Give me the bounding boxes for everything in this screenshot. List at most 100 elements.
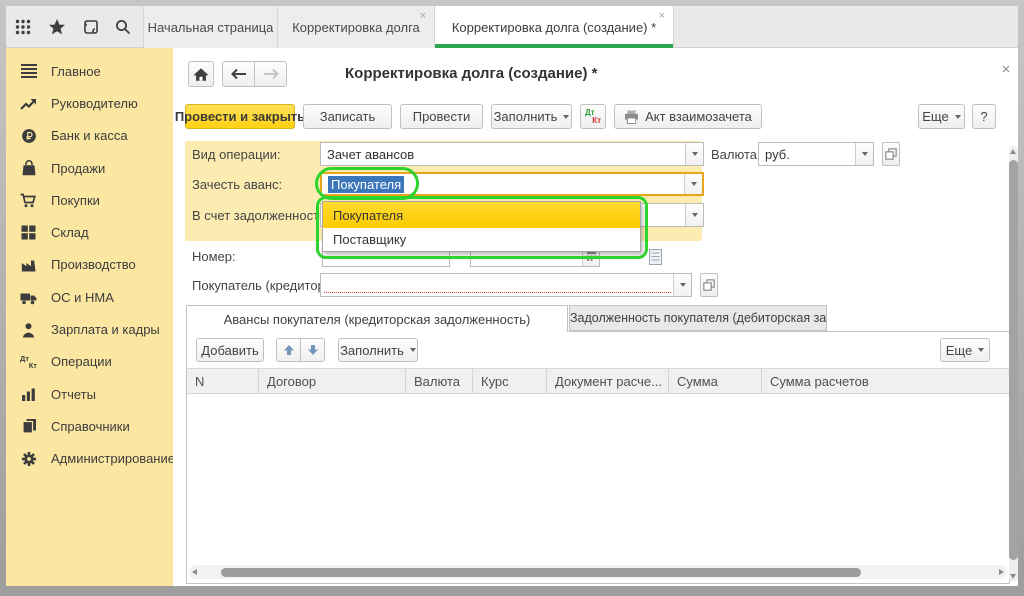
truck-icon <box>19 289 38 306</box>
buyer-open-button[interactable] <box>700 273 718 297</box>
favorites-star-icon[interactable] <box>46 16 68 38</box>
chevron-down-icon <box>410 348 416 352</box>
form-more-button[interactable]: Еще <box>918 104 965 129</box>
tab-close-icon[interactable]: × <box>420 11 426 22</box>
currency-select[interactable]: руб. <box>758 142 874 166</box>
tab-label: Начальная страница <box>148 20 274 35</box>
chevron-down-icon <box>691 182 697 186</box>
dropdown-item-supplier[interactable]: Поставщику <box>323 228 640 251</box>
tab-home[interactable]: Начальная страница <box>143 6 278 48</box>
column-header-contract[interactable]: Договор <box>259 369 406 393</box>
chevron-down-icon <box>680 283 686 287</box>
scroll-right-icon[interactable] <box>999 569 1004 575</box>
dropdown-button[interactable] <box>855 143 873 165</box>
sidebar-item-bank-cash[interactable]: Банк и касса <box>6 120 173 152</box>
post-and-close-button[interactable]: Провести и закрыть <box>185 104 295 129</box>
sidebar-item-label: Главное <box>51 64 101 79</box>
tab-debt-adjustment-new[interactable]: Корректировка долга (создание) * × <box>435 6 674 48</box>
column-header-amount[interactable]: Сумма <box>669 369 762 393</box>
sidebar-item-label: Покупки <box>51 193 100 208</box>
sidebar-item-operations[interactable]: ДтКт Операции <box>6 346 173 378</box>
history-icon[interactable] <box>80 16 102 38</box>
list-icon <box>649 249 662 270</box>
form-close-icon[interactable]: × <box>997 60 1015 78</box>
horizontal-scrollbar[interactable] <box>189 565 1007 579</box>
sidebar-item-reports[interactable]: Отчеты <box>6 378 173 410</box>
horizontal-scrollbar-thumb[interactable] <box>221 568 861 577</box>
chevron-down-icon <box>978 348 984 352</box>
dropdown-item-buyer[interactable]: Покупателя <box>323 202 640 228</box>
sidebar-item-administration[interactable]: Администрирование <box>6 443 173 475</box>
currency-open-button[interactable] <box>882 142 900 166</box>
shopping-cart-icon <box>19 192 38 209</box>
dropdown-button[interactable] <box>684 174 702 194</box>
sidebar-item-main[interactable]: Главное <box>6 55 173 87</box>
chevron-down-icon <box>692 152 698 156</box>
vertical-scrollbar[interactable] <box>1009 146 1018 582</box>
advance-select[interactable]: Покупателя <box>320 172 704 196</box>
chevron-down-icon <box>955 115 961 119</box>
table-fill-button[interactable]: Заполнить <box>338 338 418 362</box>
forward-button[interactable] <box>254 61 287 87</box>
grid-dots-icon <box>14 18 32 36</box>
required-field-underline <box>324 292 671 293</box>
column-header-currency[interactable]: Валюта <box>406 369 473 393</box>
chevron-down-icon <box>563 115 569 119</box>
sidebar-item-manager[interactable]: Руководителю <box>6 87 173 119</box>
sidebar-item-label: Склад <box>51 225 89 240</box>
sidebar-item-catalogs[interactable]: Справочники <box>6 410 173 442</box>
operation-kind-select[interactable]: Зачет авансов <box>320 142 704 166</box>
add-row-button[interactable]: Добавить <box>196 338 264 362</box>
sidebar-item-label: Администрирование <box>51 451 175 466</box>
dtkt-postings-button[interactable]: Дт Кт <box>580 104 606 129</box>
sidebar-item-payroll-hr[interactable]: Зарплата и кадры <box>6 313 173 345</box>
column-header-settlement-doc[interactable]: Документ расче... <box>547 369 669 393</box>
post-button[interactable]: Провести <box>400 104 483 129</box>
calendar-icon <box>587 252 596 261</box>
factory-icon <box>19 256 38 273</box>
tab-close-icon[interactable]: × <box>659 11 665 22</box>
sidebar-item-production[interactable]: Производство <box>6 249 173 281</box>
fill-button[interactable]: Заполнить <box>491 104 572 129</box>
sidebar-item-fixed-assets[interactable]: ОС и НМА <box>6 281 173 313</box>
ruble-coin-icon <box>19 127 38 144</box>
sidebar-item-warehouse[interactable]: Склад <box>6 216 173 248</box>
dropdown-button[interactable] <box>685 143 703 165</box>
tab-debt-adjustment[interactable]: Корректировка долга × <box>278 6 435 48</box>
buyer-creditor-select[interactable] <box>320 273 692 297</box>
home-button[interactable] <box>188 61 214 87</box>
advance-label: Зачесть аванс: <box>192 172 282 196</box>
column-header-n[interactable]: N <box>187 369 259 393</box>
offset-act-button[interactable]: Акт взаимозачета <box>614 104 762 129</box>
tab-buyer-debt[interactable]: Задолженность покупателя (дебиторская за… <box>569 305 827 331</box>
scroll-left-icon[interactable] <box>192 569 197 575</box>
dropdown-button[interactable] <box>673 274 691 296</box>
main-menu-icon[interactable] <box>12 16 34 38</box>
arrow-down-icon <box>307 344 319 356</box>
sidebar-item-label: Банк и касса <box>51 128 128 143</box>
sidebar-item-purchases[interactable]: Покупки <box>6 184 173 216</box>
scroll-up-icon[interactable] <box>1010 149 1016 154</box>
move-down-button[interactable] <box>300 338 325 362</box>
column-header-settlement-amount[interactable]: Сумма расчетов <box>762 369 1009 393</box>
column-header-rate[interactable]: Курс <box>473 369 547 393</box>
dropdown-button[interactable] <box>685 204 703 226</box>
sidebar-item-sales[interactable]: Продажи <box>6 152 173 184</box>
scroll-icon <box>82 18 100 36</box>
gear-icon <box>19 450 38 467</box>
move-up-button[interactable] <box>276 338 301 362</box>
currency-label: Валюта: <box>711 142 761 166</box>
search-icon[interactable] <box>112 16 134 38</box>
advance-dropdown-list: Покупателя Поставщику <box>322 201 641 252</box>
operation-kind-label: Вид операции: <box>192 142 281 166</box>
help-button[interactable]: ? <box>972 104 996 129</box>
back-button[interactable] <box>222 61 255 87</box>
vertical-scrollbar-thumb[interactable] <box>1009 160 1018 560</box>
table-more-button[interactable]: Еще <box>940 338 990 362</box>
scroll-down-icon[interactable] <box>1010 574 1016 579</box>
magnifier-icon <box>114 18 132 36</box>
tab-buyer-advances[interactable]: Авансы покупателя (кредиторская задолжен… <box>186 305 568 332</box>
save-button[interactable]: Записать <box>303 104 392 129</box>
home-icon <box>192 67 210 82</box>
sidebar-item-label: Производство <box>51 257 136 272</box>
